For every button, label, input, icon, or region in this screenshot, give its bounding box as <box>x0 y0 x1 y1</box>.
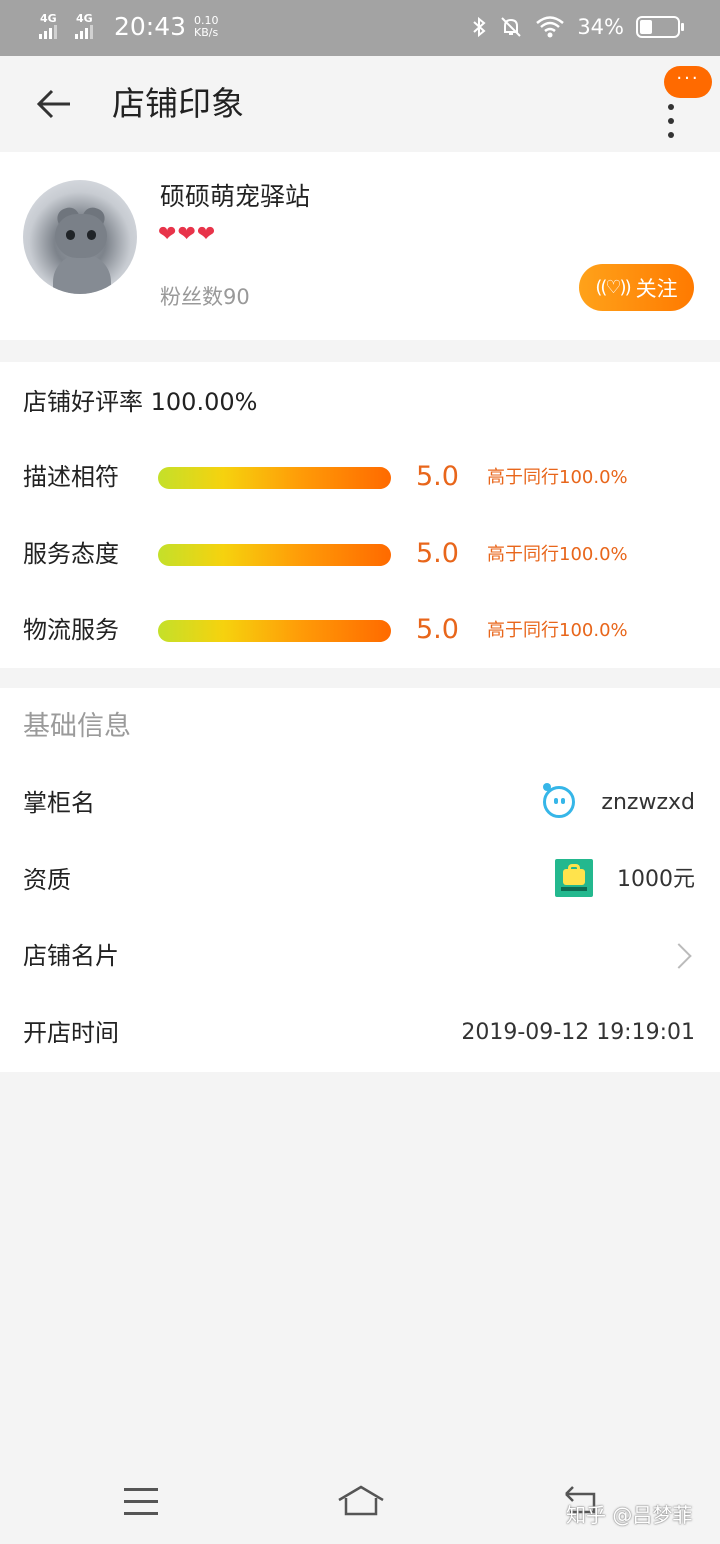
rating-row-service: 服务态度 5.0 高于同行100.0% <box>0 533 720 577</box>
status-right: 34% <box>471 12 684 42</box>
shop-name: 硕硕萌宠驿站 <box>160 182 311 211</box>
battery-icon <box>636 16 684 38</box>
mute-bell-icon <box>501 17 522 37</box>
fans-count: 粉丝数90 <box>160 282 250 312</box>
rating-label: 物流服务 <box>23 616 119 644</box>
rating-title: 店铺好评率 <box>23 388 143 416</box>
rating-score: 5.0 <box>416 538 459 569</box>
rating-row-description: 描述相符 5.0 高于同行100.0% <box>0 456 720 500</box>
fans-label: 粉丝数 <box>160 285 223 309</box>
network-speed: 0.10 KB/s <box>194 15 219 39</box>
info-row-shop-card[interactable]: 店铺名片 <box>0 927 720 987</box>
wangwang-chat-icon[interactable] <box>543 783 575 818</box>
keeper-label: 掌柜名 <box>23 789 95 817</box>
info-row-open-time: 开店时间 2019-09-12 19:19:01 <box>0 1004 720 1064</box>
menu-icon[interactable] <box>124 1488 158 1516</box>
more-menu-button[interactable]: ··· <box>650 66 712 146</box>
shop-card: 硕硕萌宠驿站 ❤ ❤ ❤ 粉丝数90 ((♡)) 关注 <box>0 152 720 340</box>
rating-row-logistics: 物流服务 5.0 高于同行100.0% <box>0 609 720 653</box>
fans-number: 90 <box>223 285 250 309</box>
wifi-icon <box>536 16 565 38</box>
signal-icon: 4G <box>38 13 68 41</box>
rating-bar <box>158 467 391 489</box>
home-icon[interactable] <box>336 1484 386 1518</box>
battery-percent: 34% <box>577 15 624 39</box>
shop-card-label: 店铺名片 <box>23 942 119 970</box>
rating-compare: 高于同行100.0% <box>487 620 628 641</box>
status-left: 4G 4G 20:43 0.10 KB/s <box>38 12 219 42</box>
qualification-label: 资质 <box>23 866 71 894</box>
follow-label: 关注 <box>635 276 678 301</box>
info-row-keeper[interactable]: 掌柜名 znzwzxd <box>0 774 720 834</box>
message-badge[interactable]: ··· <box>664 66 712 98</box>
rating-label: 描述相符 <box>23 463 119 491</box>
shop-level-hearts: ❤ ❤ ❤ <box>158 222 215 248</box>
basic-info-section: 基础信息 掌柜名 znzwzxd 资质 1000元 店铺名片 开店时间 2019… <box>0 688 720 1072</box>
shop-avatar[interactable] <box>23 180 137 294</box>
rating-bar <box>158 620 391 642</box>
more-dots-icon[interactable] <box>668 104 674 138</box>
heart-icon: ❤ <box>158 222 177 247</box>
follow-button[interactable]: ((♡)) 关注 <box>579 264 694 311</box>
page-title: 店铺印象 <box>112 84 244 123</box>
rating-label: 服务态度 <box>23 540 119 568</box>
heart-icon: ❤ <box>196 222 216 247</box>
rating-score: 5.0 <box>416 461 459 492</box>
rating-rate: 100.00% <box>150 388 258 416</box>
rating-header: 店铺好评率 100.00% <box>23 384 257 420</box>
heart-icon: ❤ <box>177 222 196 247</box>
network-type-label: 4G <box>76 12 93 25</box>
info-row-qualification[interactable]: 资质 1000元 <box>0 851 720 911</box>
signal-icon: 4G <box>74 13 104 41</box>
watermark-text: 知乎 @吕梦菲 <box>566 1503 693 1527</box>
app-header: 店铺印象 ··· <box>0 56 720 152</box>
chevron-right-icon <box>666 943 692 969</box>
bluetooth-icon <box>473 16 486 38</box>
rating-bar <box>158 544 391 566</box>
basic-info-title: 基础信息 <box>23 711 131 742</box>
network-speed-unit: KB/s <box>194 26 219 39</box>
keeper-value: znzwzxd <box>601 790 695 815</box>
qualification-value: 1000元 <box>617 867 695 892</box>
network-type-label: 4G <box>40 12 57 25</box>
status-bar: 4G 4G 20:43 0.10 KB/s 34% <box>0 0 720 56</box>
rating-compare: 高于同行100.0% <box>487 467 628 488</box>
open-time-label: 开店时间 <box>23 1019 119 1047</box>
rating-score: 5.0 <box>416 614 459 645</box>
status-time: 20:43 <box>114 12 187 41</box>
deposit-bag-icon <box>555 859 593 897</box>
open-time-value: 2019-09-12 19:19:01 <box>461 1020 695 1045</box>
rating-compare: 高于同行100.0% <box>487 544 628 565</box>
follow-heart-icon: ((♡)) <box>595 277 631 298</box>
rating-section: 店铺好评率 100.00% 描述相符 5.0 高于同行100.0% 服务态度 5… <box>0 362 720 668</box>
back-arrow-icon[interactable] <box>30 80 78 128</box>
